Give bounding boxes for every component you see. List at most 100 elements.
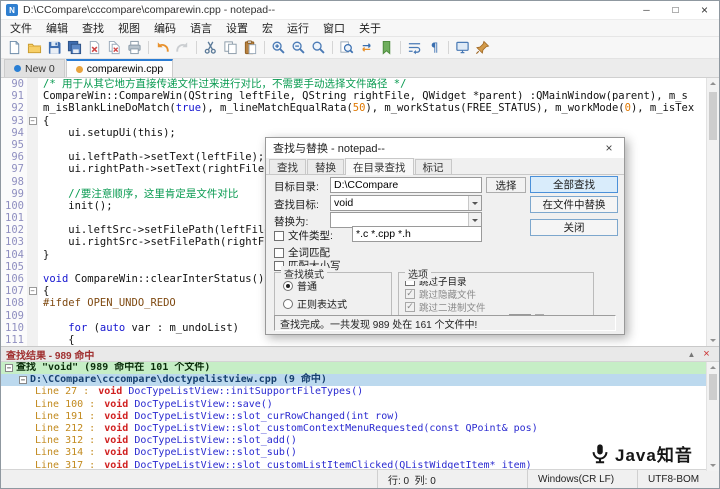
- fold-margin: [27, 127, 38, 139]
- menu-item[interactable]: 关于: [352, 19, 388, 37]
- app-window: N D:\CCompare\cccompare\comparewin.cpp -…: [0, 0, 720, 489]
- panel-close-icon[interactable]: [699, 348, 714, 360]
- close-all-icon[interactable]: [105, 38, 124, 57]
- word-wrap-icon[interactable]: [405, 38, 424, 57]
- menu-item[interactable]: 设置: [219, 19, 255, 37]
- copy-icon[interactable]: [221, 38, 240, 57]
- results-file-row[interactable]: −D:\CCompare\cccompare\doctypelistview.c…: [1, 374, 719, 386]
- cursor-position[interactable]: 行: 0 列: 0: [377, 470, 527, 488]
- editor-line[interactable]: 91CompareWin::CompareWin(QString leftFil…: [1, 90, 719, 102]
- radio-label: 正则表达式: [297, 296, 347, 311]
- result-match-row[interactable]: Line 191 : void DocTypeListView::slot_cu…: [1, 411, 719, 423]
- line-number: 94: [1, 127, 27, 139]
- minimize-button[interactable]: [632, 1, 661, 19]
- menu-item[interactable]: 窗口: [316, 19, 352, 37]
- dialog-tab[interactable]: 在目录查找: [345, 158, 414, 175]
- fold-margin: [27, 273, 38, 285]
- editor-line[interactable]: 93−{: [1, 115, 719, 127]
- radio-icon[interactable]: [283, 299, 293, 309]
- find-all-button[interactable]: 全部查找: [530, 176, 618, 193]
- redo-icon[interactable]: [173, 38, 192, 57]
- editor-scrollbar[interactable]: [706, 78, 719, 346]
- editor-line[interactable]: 90/* 用于从其它地方直接传递文件过来进行对比，不需要手动选择文件路径 */: [1, 78, 719, 90]
- eol-format[interactable]: Windows(CR LF): [527, 470, 637, 488]
- fold-collapse-icon[interactable]: −: [29, 117, 37, 125]
- chevron-down-icon[interactable]: [468, 213, 481, 227]
- search-mode-option[interactable]: 正则表达式: [283, 298, 391, 309]
- replace-in-files-button[interactable]: 在文件中替换: [530, 196, 618, 213]
- dialog-tab[interactable]: 查找: [269, 159, 306, 174]
- results-summary-row[interactable]: −查找 "void" (989 命中在 101 个文件): [1, 362, 719, 374]
- chevron-down-icon[interactable]: [468, 196, 481, 210]
- menu-item[interactable]: 宏: [255, 19, 280, 37]
- result-match-row[interactable]: Line 212 : void DocTypeListView::slot_cu…: [1, 423, 719, 435]
- panel-chevron-up-icon[interactable]: [684, 350, 699, 359]
- find-icon[interactable]: [337, 38, 356, 57]
- dialog-tab[interactable]: 替换: [307, 159, 344, 174]
- pin-icon[interactable]: [473, 38, 492, 57]
- filetype-checkbox[interactable]: [274, 231, 284, 241]
- save-all-icon[interactable]: [65, 38, 84, 57]
- save-icon[interactable]: [45, 38, 64, 57]
- replace-icon[interactable]: [357, 38, 376, 57]
- code-text: ui.rightSrc->setFilePath(rightFile);: [38, 236, 296, 248]
- collapse-icon[interactable]: −: [5, 364, 13, 372]
- whole-word-checkbox[interactable]: [274, 248, 284, 258]
- encoding[interactable]: UTF8-BOM: [637, 470, 719, 488]
- dialog-status-text: 查找完成。一共发现 989 处在 161 个文件中!: [274, 315, 616, 331]
- scroll-up-icon[interactable]: [710, 366, 716, 369]
- new-file-icon[interactable]: [5, 38, 24, 57]
- menu-item[interactable]: 运行: [280, 19, 316, 37]
- tab-status-dot-icon: [76, 66, 83, 73]
- tab-comparewin-cpp[interactable]: comparewin.cpp: [66, 59, 173, 77]
- bookmark-icon[interactable]: [377, 38, 396, 57]
- checkbox-icon[interactable]: [405, 302, 415, 312]
- show-symbols-icon[interactable]: ¶: [425, 38, 444, 57]
- tab-new-0[interactable]: New 0: [4, 59, 65, 77]
- scroll-down-icon[interactable]: [710, 339, 716, 342]
- result-match-row[interactable]: Line 27 : void DocTypeListView::initSupp…: [1, 386, 719, 398]
- zoom-reset-icon[interactable]: [309, 38, 328, 57]
- filetype-input[interactable]: [352, 226, 482, 242]
- menu-item[interactable]: 编码: [147, 19, 183, 37]
- dialog-close-icon[interactable]: [594, 138, 624, 158]
- maximize-button[interactable]: [661, 1, 690, 19]
- fold-collapse-icon[interactable]: −: [29, 287, 37, 295]
- find-target-combo: [330, 195, 482, 211]
- undo-icon[interactable]: [153, 38, 172, 57]
- open-folder-icon[interactable]: [25, 38, 44, 57]
- scroll-down-icon[interactable]: [710, 464, 716, 467]
- scrollbar-thumb[interactable]: [709, 92, 717, 140]
- menu-item[interactable]: 视图: [111, 19, 147, 37]
- menu-item[interactable]: 编辑: [39, 19, 75, 37]
- watermark-text: Java知音: [615, 441, 693, 466]
- search-mode-option[interactable]: 普通: [283, 280, 391, 291]
- target-dir-input[interactable]: [330, 177, 482, 193]
- scroll-up-icon[interactable]: [710, 82, 716, 85]
- cut-icon[interactable]: [201, 38, 220, 57]
- zoom-out-icon[interactable]: [289, 38, 308, 57]
- menu-item[interactable]: 文件: [3, 19, 39, 37]
- editor-line[interactable]: 92m_isBlankLineDoMatch(true), m_lineMatc…: [1, 102, 719, 114]
- dialog-title-bar[interactable]: 查找与替换 - notepad--: [266, 138, 624, 158]
- scrollbar-thumb[interactable]: [709, 374, 717, 400]
- zoom-in-icon[interactable]: [269, 38, 288, 57]
- monitor-icon[interactable]: [453, 38, 472, 57]
- results-summary-text: 查找 "void" (989 命中在 101 个文件): [16, 362, 210, 374]
- menu-item[interactable]: 查找: [75, 19, 111, 37]
- close-file-icon[interactable]: [85, 38, 104, 57]
- paste-icon[interactable]: [241, 38, 260, 57]
- choose-dir-button[interactable]: 选择: [486, 177, 526, 193]
- menu-item[interactable]: 语言: [183, 19, 219, 37]
- result-match-row[interactable]: Line 100 : void DocTypeListView::save(): [1, 399, 719, 411]
- fold-margin: [27, 334, 38, 346]
- radio-icon[interactable]: [283, 281, 293, 291]
- close-dialog-button[interactable]: 关闭: [530, 219, 618, 236]
- collapse-icon[interactable]: −: [19, 376, 27, 384]
- results-scrollbar[interactable]: [706, 362, 719, 471]
- close-button[interactable]: [690, 1, 719, 19]
- find-target-input[interactable]: [330, 195, 482, 211]
- dialog-tab[interactable]: 标记: [415, 159, 452, 174]
- checkbox-icon[interactable]: [405, 289, 415, 299]
- print-icon[interactable]: [125, 38, 144, 57]
